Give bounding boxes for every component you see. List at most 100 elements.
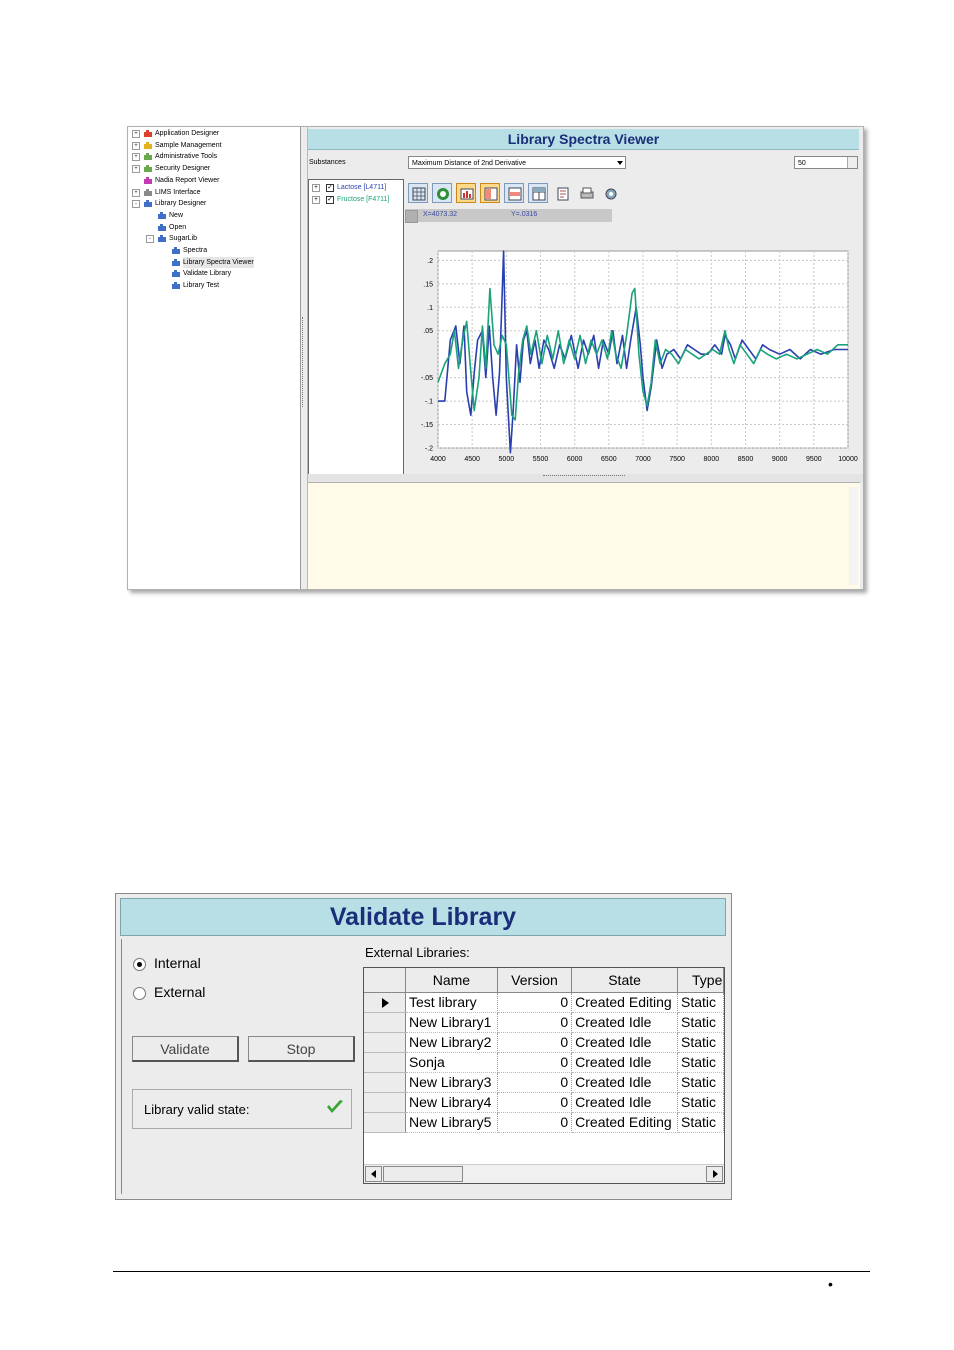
- value-spinner[interactable]: 50: [794, 156, 858, 169]
- substance-label: Fructose [F4711]: [337, 196, 390, 203]
- radio-internal-label: Internal: [154, 955, 201, 971]
- expand-icon[interactable]: +: [312, 184, 320, 192]
- tree-item-label: Open: [169, 223, 187, 231]
- cell-name[interactable]: New Library3: [405, 1072, 498, 1093]
- cell-version[interactable]: 0: [497, 1072, 573, 1093]
- row-indicator[interactable]: [364, 1052, 406, 1073]
- cell-version[interactable]: 0: [497, 1032, 573, 1053]
- row-indicator[interactable]: [364, 1112, 406, 1133]
- metric-dropdown[interactable]: Maximum Distance of 2nd Derivative: [408, 156, 626, 169]
- y-tick-label: -.15: [421, 422, 433, 429]
- notes-scrollbar[interactable]: [849, 487, 858, 585]
- blue-puzzle-icon: [171, 281, 181, 290]
- splitter-grip[interactable]: [302, 317, 306, 407]
- table-button[interactable]: [528, 183, 548, 203]
- scroll-thumb[interactable]: [383, 1166, 463, 1182]
- column-header-state[interactable]: State: [571, 968, 678, 993]
- column-header-type[interactable]: Type: [677, 968, 724, 993]
- collapse-icon[interactable]: -: [146, 235, 154, 244]
- radio-external-label: External: [154, 984, 206, 1000]
- spinner-arrows-icon[interactable]: [847, 157, 857, 168]
- row-indicator[interactable]: [364, 1012, 406, 1033]
- cell-state[interactable]: Created Idle: [571, 1032, 678, 1053]
- cell-name[interactable]: Test library: [405, 992, 498, 1013]
- cell-version[interactable]: 0: [497, 1092, 573, 1113]
- radio-internal-button[interactable]: [133, 958, 146, 971]
- y-tick-label: .1: [427, 305, 433, 312]
- cell-name[interactable]: Sonja: [405, 1052, 498, 1073]
- vertical-splitter[interactable]: [301, 127, 308, 589]
- library-spectra-viewer-panel: Library Spectra Viewer Substances Maximu…: [308, 127, 863, 589]
- current-row-pointer-icon: [382, 997, 389, 1008]
- cell-name[interactable]: New Library4: [405, 1092, 498, 1113]
- cell-version[interactable]: 0: [497, 1112, 573, 1133]
- expand-icon[interactable]: +: [132, 165, 140, 174]
- cell-state[interactable]: Created Idle: [571, 1072, 678, 1093]
- table-row[interactable]: Sonja 0 Created Idle Static: [364, 1052, 724, 1073]
- rows-button[interactable]: [504, 183, 524, 203]
- cell-type[interactable]: Static: [677, 1112, 724, 1133]
- substance-checkbox[interactable]: ✓: [326, 184, 334, 192]
- cell-version[interactable]: 0: [497, 1012, 573, 1033]
- export-button[interactable]: [552, 183, 572, 203]
- globe-button[interactable]: [432, 183, 452, 203]
- row-indicator[interactable]: [364, 1072, 406, 1093]
- print-button[interactable]: [576, 183, 596, 203]
- validate-library-window: Validate Library Internal External Valid…: [115, 893, 732, 1200]
- x-tick-label: 6500: [601, 456, 617, 463]
- table-row[interactable]: Test library 0 Created Editing Static: [364, 992, 724, 1013]
- cell-type[interactable]: Static: [677, 992, 724, 1013]
- cell-state[interactable]: Created Idle: [571, 1052, 678, 1073]
- horizontal-splitter[interactable]: [308, 474, 863, 482]
- cell-type[interactable]: Static: [677, 1032, 724, 1053]
- table-row[interactable]: New Library4 0 Created Idle Static: [364, 1092, 724, 1113]
- blue-puzzle-icon: [171, 258, 181, 267]
- table-row[interactable]: New Library3 0 Created Idle Static: [364, 1072, 724, 1093]
- radio-external-button[interactable]: [133, 987, 146, 1000]
- expand-icon[interactable]: +: [312, 196, 320, 204]
- settings-button[interactable]: [600, 183, 620, 203]
- expand-icon[interactable]: +: [132, 141, 140, 150]
- spectra-chart[interactable]: 4000 4500 5000 5500 6000 6500 7000 7500 8000 8500…: [413, 245, 863, 475]
- cell-state[interactable]: Created Idle: [571, 1012, 678, 1033]
- cell-version[interactable]: 0: [497, 992, 573, 1013]
- table-row[interactable]: New Library1 0 Created Idle Static: [364, 1012, 724, 1033]
- scroll-left-icon[interactable]: [365, 1166, 382, 1182]
- cell-type[interactable]: Static: [677, 1092, 724, 1113]
- cell-state[interactable]: Created Idle: [571, 1092, 678, 1113]
- tree-item-label: Nadia Report Viewer: [155, 176, 220, 184]
- notes-area[interactable]: [308, 482, 860, 589]
- cell-name[interactable]: New Library2: [405, 1032, 498, 1053]
- row-indicator[interactable]: [364, 992, 406, 1013]
- cell-name[interactable]: New Library5: [405, 1112, 498, 1133]
- cell-state[interactable]: Created Editing: [571, 992, 678, 1013]
- stop-button[interactable]: Stop: [248, 1036, 355, 1062]
- expand-icon[interactable]: +: [132, 153, 140, 162]
- validate-button[interactable]: Validate: [132, 1036, 239, 1062]
- row-indicator[interactable]: [364, 1092, 406, 1113]
- table-row[interactable]: New Library5 0 Created Editing Static: [364, 1112, 724, 1133]
- scroll-right-icon[interactable]: [706, 1166, 723, 1182]
- cell-type[interactable]: Static: [677, 1012, 724, 1033]
- tree-item-label: Library Designer: [155, 200, 207, 208]
- cell-state[interactable]: Created Editing: [571, 1112, 678, 1133]
- collapse-icon[interactable]: -: [132, 200, 140, 209]
- column-header-name[interactable]: Name: [405, 968, 498, 993]
- cell-type[interactable]: Static: [677, 1072, 724, 1093]
- cell-name[interactable]: New Library1: [405, 1012, 498, 1033]
- cell-type[interactable]: Static: [677, 1052, 724, 1073]
- row-indicator[interactable]: [364, 1032, 406, 1053]
- grid-button[interactable]: [408, 183, 428, 203]
- bar-chart-button[interactable]: [456, 183, 476, 203]
- expand-icon[interactable]: +: [132, 130, 140, 138]
- substances-list: + ✓ Lactose [L4711] + ✓ Fructose [F4711]: [308, 179, 404, 475]
- substance-checkbox[interactable]: ✓: [326, 196, 334, 204]
- expand-icon[interactable]: +: [132, 188, 140, 197]
- horizontal-scrollbar[interactable]: [364, 1164, 724, 1183]
- columns-button[interactable]: [480, 183, 500, 203]
- cell-version[interactable]: 0: [497, 1052, 573, 1073]
- chevron-down-icon[interactable]: [617, 161, 623, 165]
- column-header-version[interactable]: Version: [497, 968, 573, 993]
- splitter-grip-horizontal[interactable]: [543, 475, 625, 476]
- table-row[interactable]: New Library2 0 Created Idle Static: [364, 1032, 724, 1053]
